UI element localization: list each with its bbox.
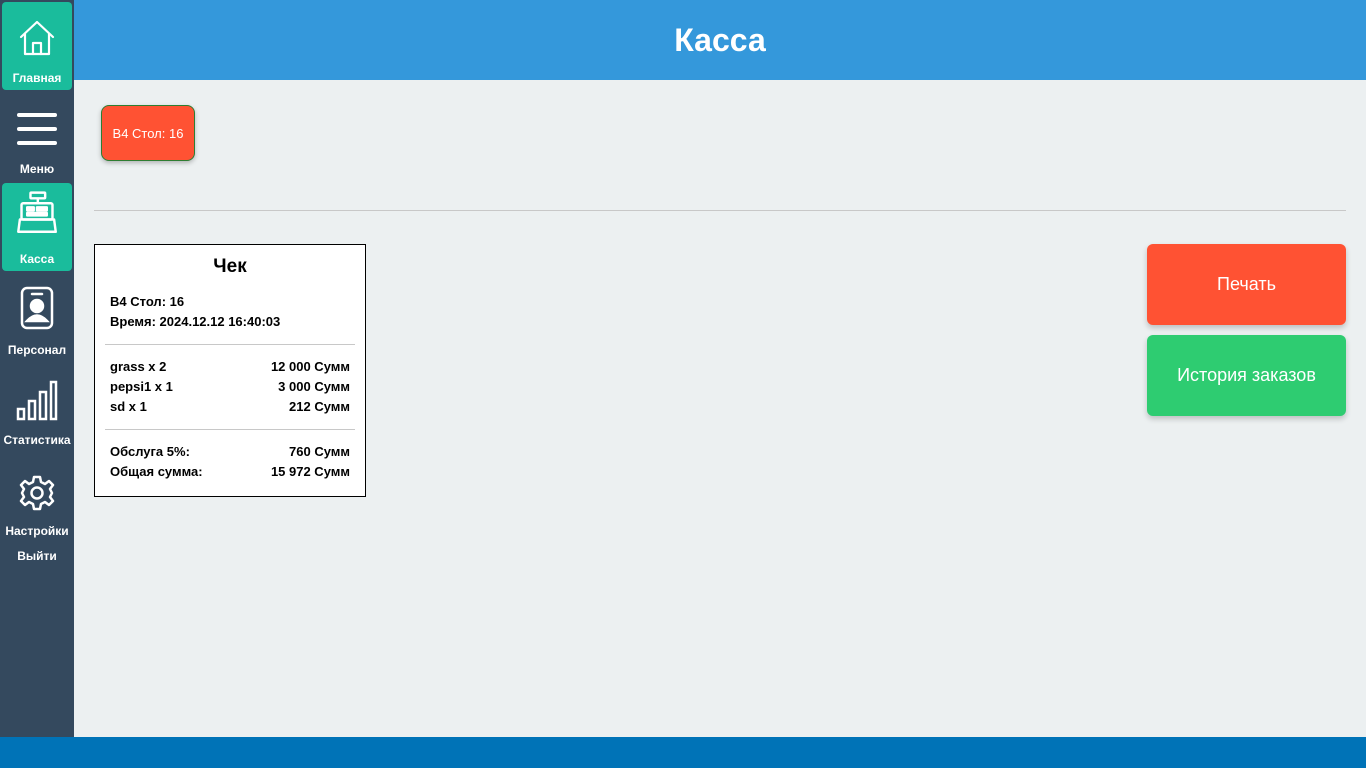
receipt-total-label: Общая сумма: [110,464,203,479]
receipt-item-price: 3 000 Сумм [278,379,350,394]
logout-link[interactable]: Выйти [0,549,74,563]
receipt-item-row: pepsi1 x 1 3 000 Сумм [110,377,350,397]
cash-register-icon [15,191,59,235]
sidebar-item-menu[interactable]: Меню [2,93,72,181]
sidebar-item-staff[interactable]: Персонал [2,274,72,362]
receipt-item-name: pepsi1 x 1 [110,379,173,394]
sidebar-item-label: Касса [19,252,55,266]
home-icon [15,16,59,60]
sidebar-item-label: Статистика [3,433,71,447]
sidebar-item-home[interactable]: Главная [2,2,72,90]
receipt-total-row: Общая сумма: 15 972 Сумм [110,462,350,482]
gear-icon [15,471,59,515]
bar-chart-icon [15,378,59,422]
footer-bar [0,737,1366,768]
sidebar: Главная Меню Касса Персонал Статистика Н… [0,0,74,768]
page-header: Касса [74,0,1366,80]
sidebar-item-settings[interactable]: Настройки [2,455,72,543]
page-title: Касса [674,21,766,58]
receipt-time: Время: 2024.12.12 16:40:03 [110,314,281,329]
receipt-divider [105,344,355,345]
receipt-divider [105,429,355,430]
sidebar-item-cashier[interactable]: Касса [2,183,72,271]
sidebar-item-label: Персонал [7,343,67,357]
receipt-item-name: sd x 1 [110,399,147,414]
table-button[interactable]: B4 Стол: 16 [101,105,195,161]
receipt-service-row: Обслуга 5%: 760 Сумм [110,442,350,462]
receipt-service-label: Обслуга 5%: [110,444,190,459]
divider [94,210,1346,211]
receipt-item-row: sd x 1 212 Сумм [110,397,350,417]
sidebar-item-label: Настройки [5,524,69,538]
receipt-table: B4 Стол: 16 [110,294,185,309]
receipt-title: Чек [213,256,247,277]
receipt-item-row: grass x 2 12 000 Сумм [110,357,350,377]
receipt-service-value: 760 Сумм [289,444,350,459]
print-button[interactable]: Печать [1147,244,1346,325]
receipt: Чек B4 Стол: 16 Время: 2024.12.12 16:40:… [94,244,366,497]
receipt-item-name: grass x 2 [110,359,167,374]
order-history-button[interactable]: История заказов [1147,335,1346,416]
receipt-item-price: 212 Сумм [289,399,350,414]
menu-icon [15,107,59,151]
staff-badge-icon [15,286,59,330]
sidebar-item-label: Главная [12,71,62,85]
sidebar-item-label: Меню [19,162,55,176]
receipt-total-value: 15 972 Сумм [270,464,350,479]
receipt-item-price: 12 000 Сумм [270,359,350,374]
sidebar-item-statistics[interactable]: Статистика [2,364,72,452]
